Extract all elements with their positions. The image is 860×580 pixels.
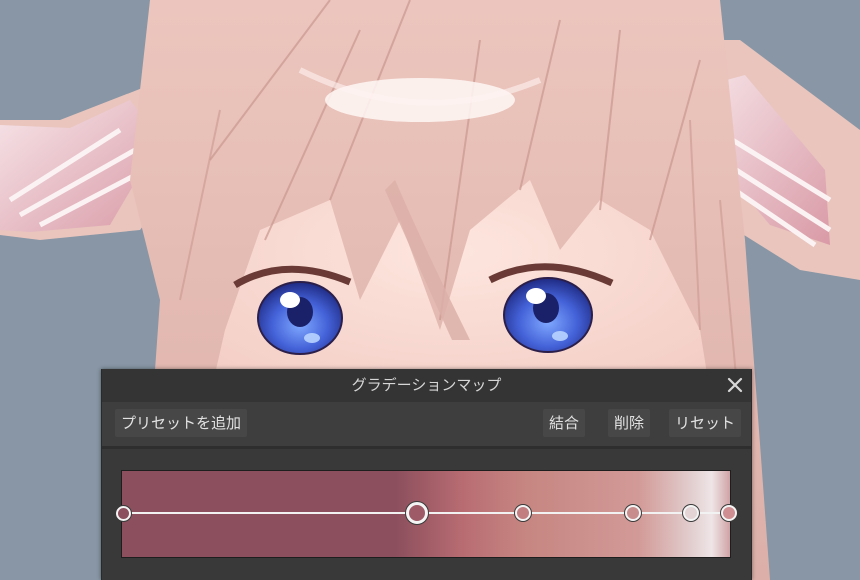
reset-button[interactable]: リセット bbox=[669, 409, 742, 437]
gradient-editor bbox=[102, 449, 751, 580]
dialog-titlebar[interactable]: グラデーションマップ bbox=[102, 369, 751, 402]
merge-button[interactable]: 結合 bbox=[543, 409, 586, 437]
close-icon[interactable] bbox=[723, 373, 747, 397]
dialog-toolbar: プリセットを追加 結合 削除 リセット bbox=[102, 402, 751, 446]
delete-button[interactable]: 削除 bbox=[608, 409, 651, 437]
gradient-stop-handle[interactable] bbox=[682, 505, 699, 521]
gradient-stop-handle[interactable] bbox=[514, 505, 531, 521]
gradient-stop-handle[interactable] bbox=[721, 505, 737, 521]
dialog-title: グラデーションマップ bbox=[351, 376, 502, 394]
gradient-stop-handle[interactable] bbox=[405, 502, 428, 524]
gradient-stop-handle[interactable] bbox=[115, 505, 131, 521]
gradient-map-dialog: グラデーションマップ プリセットを追加 結合 削除 リセット bbox=[101, 369, 752, 580]
add-preset-button[interactable]: プリセットを追加 bbox=[115, 409, 248, 437]
